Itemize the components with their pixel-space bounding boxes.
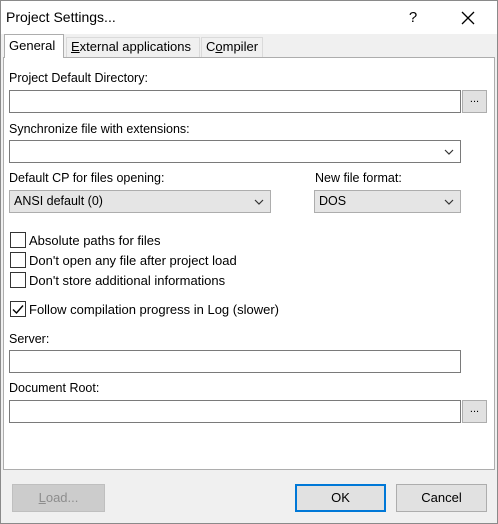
- default-cp-value: ANSI default (0): [14, 194, 103, 208]
- absolute-paths-label: Absolute paths for files: [29, 233, 161, 248]
- dont-store-info-checkbox[interactable]: [10, 272, 26, 288]
- project-settings-dialog: Project Settings... ? General External a…: [0, 0, 498, 524]
- load-mnemonic: L: [38, 490, 46, 505]
- dont-store-info-label: Don't store additional informations: [29, 273, 226, 288]
- tab-compiler-label: mpiler: [222, 39, 259, 54]
- document-root-browse-button[interactable]: ...: [462, 400, 487, 423]
- cancel-button[interactable]: Cancel: [396, 484, 487, 512]
- document-root-label: Document Root:: [9, 381, 100, 395]
- document-root-field[interactable]: [9, 400, 461, 423]
- help-button[interactable]: ?: [393, 1, 433, 34]
- sync-extensions-combo[interactable]: [9, 140, 461, 163]
- absolute-paths-checkbox[interactable]: [10, 232, 26, 248]
- tab-compiler-label-start: C: [206, 39, 216, 54]
- server-field[interactable]: [9, 350, 461, 373]
- default-cp-select[interactable]: ANSI default (0): [9, 190, 271, 213]
- chevron-down-icon: [444, 199, 454, 205]
- tab-external-label: xternal applications: [79, 39, 191, 54]
- chevron-down-icon: [444, 149, 454, 155]
- dont-open-files-checkbox[interactable]: [10, 252, 26, 268]
- tab-general-label: General: [9, 38, 56, 53]
- tab-external-applications[interactable]: External applications: [66, 37, 200, 57]
- project-dir-browse-button[interactable]: ...: [462, 90, 487, 113]
- file-format-value: DOS: [319, 194, 347, 208]
- ok-button[interactable]: OK: [295, 484, 386, 512]
- checkmark-icon: [12, 305, 24, 315]
- sync-extensions-label: Synchronize file with extensions:: [9, 122, 190, 136]
- tab-compiler[interactable]: Compiler: [201, 37, 263, 57]
- follow-compilation-checkbox[interactable]: [10, 301, 26, 317]
- default-cp-label: Default CP for files opening:: [9, 171, 165, 185]
- close-icon: [461, 11, 475, 25]
- tab-external-mnemonic: E: [71, 39, 80, 54]
- title-bar: Project Settings... ?: [1, 1, 497, 34]
- tab-general[interactable]: General: [4, 34, 64, 58]
- follow-compilation-label: Follow compilation progress in Log (slow…: [29, 302, 279, 317]
- close-button[interactable]: [445, 1, 491, 34]
- window-title: Project Settings...: [6, 9, 116, 25]
- project-dir-label: Project Default Directory:: [9, 71, 148, 85]
- file-format-label: New file format:: [315, 171, 402, 185]
- chevron-down-icon: [254, 199, 264, 205]
- tab-compiler-mnemonic: o: [215, 39, 223, 54]
- dont-open-files-label: Don't open any file after project load: [29, 253, 237, 268]
- server-label: Server:: [9, 332, 50, 346]
- load-button[interactable]: Load...: [12, 484, 105, 512]
- project-dir-field[interactable]: [9, 90, 461, 113]
- file-format-select[interactable]: DOS: [314, 190, 461, 213]
- load-label: oad...: [45, 490, 79, 505]
